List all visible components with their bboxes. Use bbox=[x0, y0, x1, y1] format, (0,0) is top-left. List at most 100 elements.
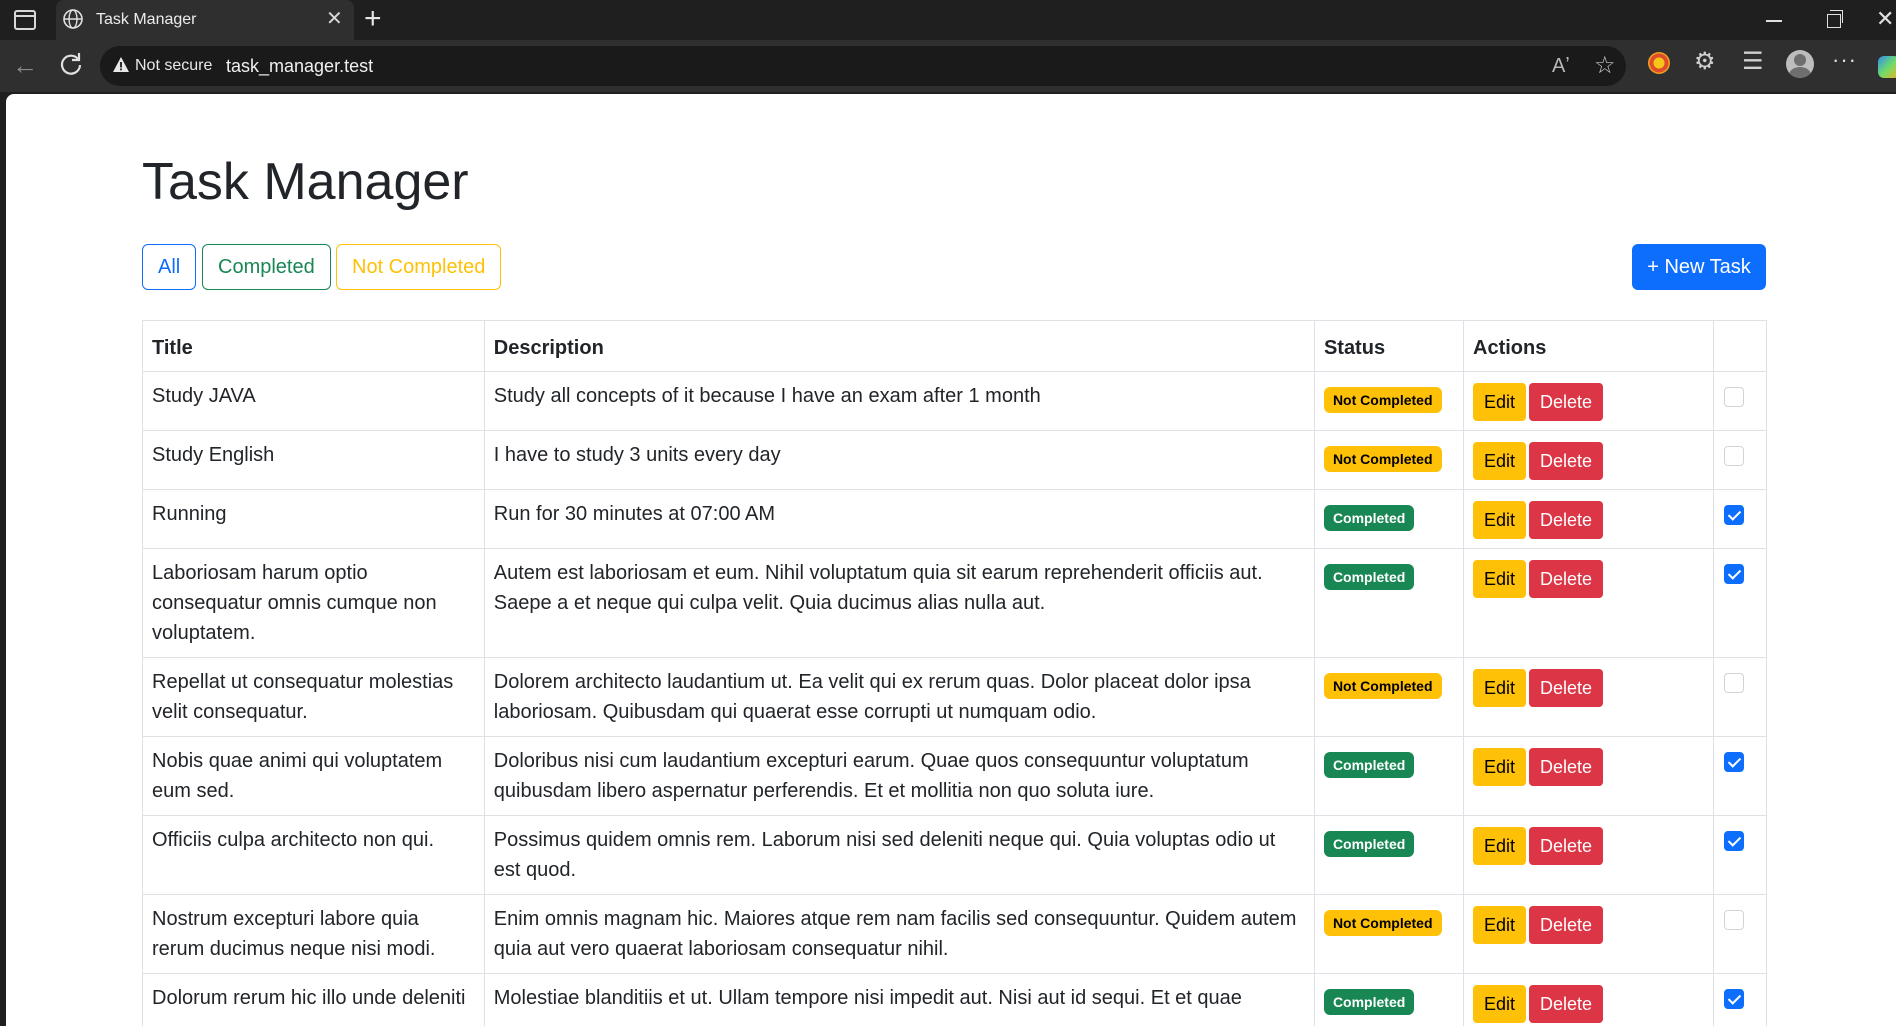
edit-button[interactable]: Edit bbox=[1473, 442, 1527, 480]
checkbox-cell bbox=[1712, 548, 1768, 658]
filter-completed-button[interactable]: Completed bbox=[202, 244, 331, 290]
actions-cell: Edit Delete bbox=[1463, 371, 1714, 431]
extension-icon[interactable] bbox=[1648, 52, 1670, 74]
completed-checkbox[interactable] bbox=[1723, 989, 1744, 1009]
task-description: Doloribus nisi cum laudantium excepturi … bbox=[483, 736, 1315, 816]
task-title: Repellat ut consequatur molestias velit … bbox=[142, 657, 485, 737]
status-badge: Not Completed bbox=[1323, 446, 1442, 472]
delete-button[interactable]: Delete bbox=[1529, 669, 1604, 707]
globe-icon bbox=[63, 9, 83, 29]
completed-checkbox[interactable] bbox=[1723, 831, 1744, 851]
reload-icon[interactable] bbox=[56, 49, 86, 79]
checkbox-cell bbox=[1712, 371, 1768, 431]
status-badge: Completed bbox=[1323, 505, 1415, 531]
minimize-icon[interactable] bbox=[1766, 20, 1782, 22]
task-title: Laboriosam harum optio consequatur omnis… bbox=[142, 548, 485, 658]
edit-button[interactable]: Edit bbox=[1473, 501, 1527, 539]
task-description: Run for 30 minutes at 07:00 AM bbox=[483, 489, 1315, 549]
browser-tab-bar: Task Manager ✕ + ✕ bbox=[0, 0, 1896, 40]
status-badge: Completed bbox=[1323, 564, 1415, 590]
table-row: Dolorum rerum hic illo unde deleniti Mole… bbox=[142, 973, 1768, 1026]
table-row: Officiis culpa architecto non qui. Possim… bbox=[142, 815, 1768, 895]
window-close-icon[interactable]: ✕ bbox=[1876, 8, 1894, 30]
task-description: Study all concepts of it because I have … bbox=[483, 371, 1315, 431]
table-row: Nobis quae animi qui voluptatem eum sed.… bbox=[142, 736, 1768, 816]
checkbox-cell bbox=[1712, 815, 1768, 895]
status-cell: Not Completed bbox=[1313, 430, 1465, 490]
task-title: Study English bbox=[142, 430, 485, 490]
restore-icon[interactable] bbox=[1827, 10, 1843, 28]
task-title: Nobis quae animi qui voluptatem eum sed. bbox=[142, 736, 485, 816]
completed-checkbox[interactable] bbox=[1723, 752, 1744, 772]
address-bar[interactable]: Not secure task_manager.test Aʼ ☆ bbox=[100, 46, 1626, 86]
table-row: Repellat ut consequatur molestias velit … bbox=[142, 657, 1768, 737]
task-description: Autem est laboriosam et eum. Nihil volup… bbox=[483, 548, 1315, 658]
delete-button[interactable]: Delete bbox=[1529, 501, 1604, 539]
status-badge: Completed bbox=[1323, 989, 1415, 1015]
new-tab-icon[interactable]: + bbox=[364, 4, 382, 34]
tab-actions-icon[interactable] bbox=[14, 10, 36, 30]
status-badge: Not Completed bbox=[1323, 387, 1442, 413]
more-icon[interactable]: ··· bbox=[1832, 48, 1857, 72]
status-cell: Completed bbox=[1313, 973, 1465, 1026]
edit-button[interactable]: Edit bbox=[1473, 669, 1527, 707]
status-cell: Completed bbox=[1313, 548, 1465, 658]
tasks-table-body: Study JAVA Study all concepts of it becau… bbox=[142, 371, 1768, 1026]
table-row: Laboriosam harum optio consequatur omnis… bbox=[142, 548, 1768, 658]
task-description: I have to study 3 units every day bbox=[483, 430, 1315, 490]
header-status: Status bbox=[1313, 320, 1465, 372]
url-text[interactable]: task_manager.test bbox=[226, 56, 373, 77]
new-task-button[interactable]: + New Task bbox=[1632, 244, 1766, 290]
read-aloud-icon[interactable]: Aʼ bbox=[1552, 54, 1570, 78]
checkbox-cell bbox=[1712, 657, 1768, 737]
header-title: Title bbox=[142, 320, 485, 372]
status-badge: Not Completed bbox=[1323, 910, 1442, 936]
delete-button[interactable]: Delete bbox=[1529, 560, 1604, 598]
completed-checkbox[interactable] bbox=[1723, 910, 1744, 930]
delete-button[interactable]: Delete bbox=[1529, 985, 1604, 1023]
edit-button[interactable]: Edit bbox=[1473, 383, 1527, 421]
actions-cell: Edit Delete bbox=[1463, 548, 1714, 658]
filter-all-button[interactable]: All bbox=[142, 244, 197, 290]
edit-button[interactable]: Edit bbox=[1473, 827, 1527, 865]
star-icon[interactable]: ☆ bbox=[1594, 52, 1616, 80]
puzzle-icon[interactable]: ⚙ bbox=[1694, 50, 1716, 74]
delete-button[interactable]: Delete bbox=[1529, 827, 1604, 865]
actions-cell: Edit Delete bbox=[1463, 489, 1714, 549]
filter-not-completed-button[interactable]: Not Completed bbox=[336, 244, 502, 290]
delete-button[interactable]: Delete bbox=[1529, 383, 1604, 421]
checkbox-cell bbox=[1712, 894, 1768, 974]
actions-cell: Edit Delete bbox=[1463, 973, 1714, 1026]
delete-button[interactable]: Delete bbox=[1529, 442, 1604, 480]
completed-checkbox[interactable] bbox=[1723, 564, 1744, 584]
edit-button[interactable]: Edit bbox=[1473, 560, 1527, 598]
task-description: Enim omnis magnam hic. Maiores atque rem… bbox=[483, 894, 1315, 974]
task-title: Running bbox=[142, 489, 485, 549]
favorites-icon[interactable]: ☰ bbox=[1742, 50, 1764, 74]
profile-avatar[interactable] bbox=[1786, 50, 1814, 78]
copilot-icon[interactable] bbox=[1878, 56, 1896, 78]
checkbox-cell bbox=[1712, 489, 1768, 549]
table-row: Study English I have to study 3 units eve… bbox=[142, 430, 1768, 490]
delete-button[interactable]: Delete bbox=[1529, 906, 1604, 944]
table-row: Nostrum excepturi labore quia rerum duci… bbox=[142, 894, 1768, 974]
close-tab-icon[interactable]: ✕ bbox=[326, 9, 343, 29]
tasks-table: Title Description Status Actions Study J… bbox=[142, 320, 1768, 1026]
status-badge: Completed bbox=[1323, 831, 1415, 857]
completed-checkbox[interactable] bbox=[1723, 673, 1744, 693]
completed-checkbox[interactable] bbox=[1723, 446, 1744, 466]
edit-button[interactable]: Edit bbox=[1473, 748, 1527, 786]
security-label[interactable]: Not secure bbox=[135, 57, 212, 75]
task-title: Dolorum rerum hic illo unde deleniti bbox=[142, 973, 485, 1026]
edit-button[interactable]: Edit bbox=[1473, 906, 1527, 944]
delete-button[interactable]: Delete bbox=[1529, 748, 1604, 786]
status-badge: Completed bbox=[1323, 752, 1415, 778]
back-arrow-icon[interactable]: ← bbox=[12, 52, 38, 78]
edit-button[interactable]: Edit bbox=[1473, 985, 1527, 1023]
actions-cell: Edit Delete bbox=[1463, 894, 1714, 974]
checkbox-cell bbox=[1712, 736, 1768, 816]
table-row: Running Run for 30 minutes at 07:00 AM Com… bbox=[142, 489, 1768, 549]
header-description: Description bbox=[483, 320, 1315, 372]
completed-checkbox[interactable] bbox=[1723, 505, 1744, 525]
completed-checkbox[interactable] bbox=[1723, 387, 1744, 407]
